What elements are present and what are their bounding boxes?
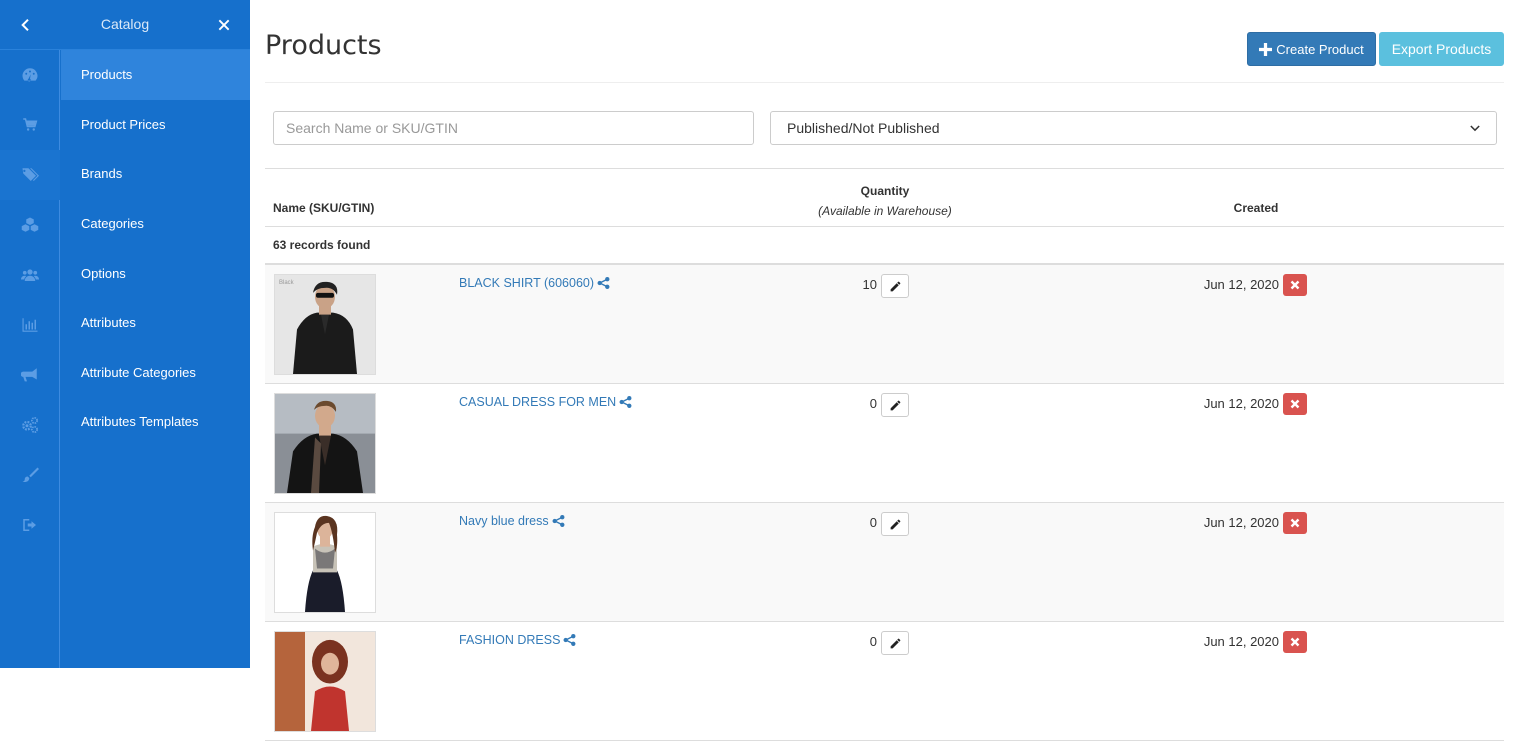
- product-name-link[interactable]: Navy blue dress: [459, 514, 565, 528]
- created-date: Jun 12, 2020: [1203, 277, 1279, 292]
- pencil-icon: [890, 400, 900, 410]
- divider: [265, 82, 1504, 83]
- bar-chart-icon[interactable]: [0, 300, 60, 350]
- share-icon[interactable]: [563, 634, 576, 646]
- sidebar-item-products[interactable]: Products: [61, 50, 250, 100]
- users-icon[interactable]: [0, 250, 60, 300]
- share-icon[interactable]: [619, 396, 632, 408]
- sidebar-item-product-prices[interactable]: Product Prices: [61, 100, 250, 150]
- close-icon[interactable]: [212, 13, 236, 37]
- product-thumbnail[interactable]: [274, 512, 376, 613]
- divider: [265, 226, 1504, 227]
- search-input[interactable]: [273, 111, 754, 145]
- edit-quantity-button[interactable]: [881, 393, 909, 417]
- sidebar-header: Catalog: [0, 0, 250, 50]
- publish-status-select[interactable]: Published/Not Published: [770, 111, 1497, 145]
- product-name: BLACK SHIRT (606060): [459, 276, 595, 290]
- icon-rail: [0, 50, 60, 668]
- sidebar-title: Catalog: [100, 16, 150, 32]
- paint-brush-icon[interactable]: [0, 450, 60, 500]
- close-icon: [1290, 518, 1300, 528]
- divider: [265, 168, 1504, 169]
- close-icon: [1290, 399, 1300, 409]
- pencil-icon: [890, 638, 900, 648]
- product-name-link[interactable]: CASUAL DRESS FOR MEN: [459, 395, 632, 409]
- sign-out-icon[interactable]: [0, 500, 60, 550]
- cogs-icon[interactable]: [0, 400, 60, 450]
- main-content: Products Create Product Export Products …: [250, 0, 1519, 741]
- records-count: 63 records found: [273, 238, 371, 252]
- column-header-name: Name (SKU/GTIN): [273, 201, 375, 215]
- created-date: Jun 12, 2020: [1203, 396, 1279, 411]
- publish-status-value: Published/Not Published: [787, 120, 940, 136]
- tags-icon[interactable]: [0, 150, 60, 200]
- share-icon[interactable]: [552, 515, 565, 527]
- pencil-icon: [890, 519, 900, 529]
- column-header-quantity-sub: (Available in Warehouse): [818, 204, 952, 218]
- product-name-link[interactable]: FASHION DRESS: [459, 633, 576, 647]
- sidebar-item-brands[interactable]: Brands: [61, 149, 250, 199]
- cart-icon[interactable]: [0, 100, 60, 150]
- sidebar-item-attributes[interactable]: Attributes: [61, 298, 250, 348]
- create-product-button[interactable]: Create Product: [1247, 32, 1376, 66]
- product-thumbnail[interactable]: [274, 393, 376, 494]
- sidebar-item-attribute-categories[interactable]: Attribute Categories: [61, 348, 250, 398]
- chevron-down-icon: [1470, 124, 1480, 131]
- quantity-value: 0: [869, 396, 877, 411]
- product-name-link[interactable]: BLACK SHIRT (606060): [459, 276, 610, 290]
- created-date: Jun 12, 2020: [1203, 515, 1279, 530]
- table-row: Black BLACK SHIRT (606060) 10 Jun 12, 20…: [265, 265, 1504, 384]
- sidebar-item-attributes-templates[interactable]: Attributes Templates: [61, 397, 250, 447]
- product-thumbnail[interactable]: [274, 631, 376, 732]
- product-name: CASUAL DRESS FOR MEN: [459, 395, 617, 409]
- delete-button[interactable]: [1283, 512, 1307, 534]
- column-header-created: Created: [1233, 201, 1279, 215]
- close-icon: [1290, 280, 1300, 290]
- close-icon: [1290, 637, 1300, 647]
- delete-button[interactable]: [1283, 274, 1307, 296]
- table-row: FASHION DRESS 0 Jun 12, 2020: [265, 622, 1504, 741]
- quantity-value: 10: [862, 277, 877, 292]
- plus-icon: [1259, 42, 1273, 56]
- edit-quantity-button[interactable]: [881, 274, 909, 298]
- chevron-left-icon[interactable]: [14, 13, 38, 37]
- quantity-value: 0: [869, 515, 877, 530]
- catalog-menu: Products Product Prices Brands Categorie…: [61, 50, 250, 447]
- pencil-icon: [890, 281, 900, 291]
- product-thumbnail[interactable]: Black: [274, 274, 376, 375]
- dashboard-icon[interactable]: [0, 50, 60, 100]
- sidebar-item-categories[interactable]: Categories: [61, 199, 250, 249]
- sidebar: Catalog Products Product Prices Brands C…: [0, 0, 250, 668]
- edit-quantity-button[interactable]: [881, 631, 909, 655]
- create-product-label: Create Product: [1276, 41, 1364, 57]
- bullhorn-icon[interactable]: [0, 350, 60, 400]
- page-title: Products: [265, 30, 382, 61]
- export-products-button[interactable]: Export Products: [1379, 32, 1504, 66]
- sidebar-item-options[interactable]: Options: [61, 248, 250, 298]
- created-date: Jun 12, 2020: [1203, 634, 1279, 649]
- column-header-quantity-label: Quantity: [860, 184, 910, 198]
- delete-button[interactable]: [1283, 393, 1307, 415]
- product-name: Navy blue dress: [459, 514, 549, 528]
- delete-button[interactable]: [1283, 631, 1307, 653]
- quantity-value: 0: [869, 634, 877, 649]
- cubes-icon[interactable]: [0, 200, 60, 250]
- product-name: FASHION DRESS: [459, 633, 561, 647]
- share-icon[interactable]: [597, 277, 610, 289]
- table-row: CASUAL DRESS FOR MEN 0 Jun 12, 2020: [265, 384, 1504, 503]
- thumb-watermark: Black: [279, 280, 294, 286]
- column-header-quantity: Quantity (Available in Warehouse): [785, 181, 985, 221]
- edit-quantity-button[interactable]: [881, 512, 909, 536]
- table-row: Navy blue dress 0 Jun 12, 2020: [265, 503, 1504, 622]
